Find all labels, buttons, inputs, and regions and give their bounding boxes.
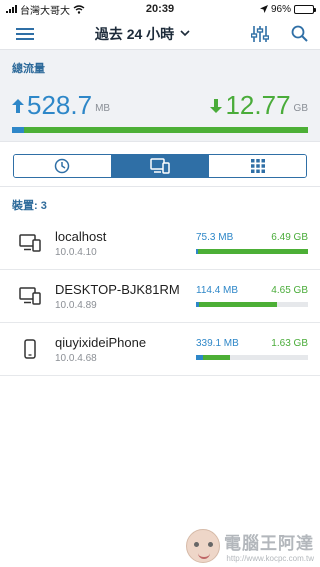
tab-apps[interactable] [209, 155, 306, 177]
device-download: 339.1 MB [196, 338, 239, 349]
totals-row: 528.7 MB 12.77 GB [12, 84, 308, 118]
device-stats: 339.1 MB 1.63 GB [196, 338, 308, 360]
desktop-mobile-icon [17, 230, 43, 256]
device-info: DESKTOP-BJK81RM 10.0.4.89 [55, 282, 196, 311]
device-traffic-bar [196, 249, 308, 254]
tab-timeline[interactable] [14, 155, 112, 177]
clock-icon [55, 158, 70, 174]
time-range-label: 過去 24 小時 [94, 25, 175, 42]
device-ip: 10.0.4.68 [55, 352, 97, 364]
device-download-fill [196, 355, 203, 360]
download-arrow-icon [12, 99, 24, 113]
device-traffic-bar [196, 302, 308, 307]
wifi-icon [73, 4, 85, 14]
download-total-unit: MB [95, 103, 111, 114]
watermark-title: 電腦王阿達 [224, 534, 314, 553]
phone-icon [17, 336, 43, 362]
signal-icon [6, 5, 17, 13]
device-download: 75.3 MB [196, 232, 234, 243]
watermark: 電腦王阿達 http://www.kocpc.com.tw [186, 529, 314, 563]
device-stats: 75.3 MB 6.49 GB [196, 232, 308, 254]
hamburger-menu-icon[interactable] [16, 27, 34, 41]
device-row[interactable]: localhost 10.0.4.10 75.3 MB 6.49 GB [0, 217, 320, 270]
device-stats: 114.4 MB 4.65 GB [196, 285, 308, 307]
device-upload: 4.65 GB [271, 285, 308, 296]
mascot-face-icon [186, 529, 220, 563]
device-upload-fill [202, 355, 230, 360]
total-traffic-bar [12, 127, 308, 133]
device-info: qiuyixideiPhone 10.0.4.68 [55, 335, 196, 364]
status-left: 台灣大哥大 [6, 2, 85, 17]
battery-percent: 96% [270, 3, 291, 15]
device-name: DESKTOP-BJK81RM [55, 281, 180, 297]
devices-icon [150, 158, 170, 174]
device-upload-fill [198, 249, 308, 254]
devices-count-label: 裝置: 3 [12, 200, 47, 212]
device-upload-fill [199, 302, 277, 307]
grid-icon [250, 159, 265, 173]
search-icon[interactable] [291, 25, 308, 42]
status-right: 96% [259, 3, 316, 15]
chevron-down-icon [180, 30, 190, 37]
device-row[interactable]: qiuyixideiPhone 10.0.4.68 339.1 MB 1.63 … [0, 323, 320, 376]
traffic-summary: 總流量 528.7 MB 12.77 GB [0, 50, 320, 142]
status-bar: 台灣大哥大 96% [0, 0, 320, 18]
device-download: 114.4 MB [196, 285, 239, 296]
nav-bar: 過去 24 小時 [0, 18, 320, 50]
device-name: localhost [55, 228, 107, 244]
device-row[interactable]: DESKTOP-BJK81RM 10.0.4.89 114.4 MB 4.65 … [0, 270, 320, 323]
watermark-url: http://www.kocpc.com.tw [226, 554, 314, 563]
tab-devices[interactable] [111, 155, 210, 177]
device-list: localhost 10.0.4.10 75.3 MB 6.49 GB DESK… [0, 217, 320, 376]
sliders-icon[interactable] [250, 25, 269, 43]
device-ip: 10.0.4.89 [55, 299, 97, 311]
device-ip: 10.0.4.10 [55, 246, 97, 258]
upload-total-value: 12.77 [225, 90, 291, 120]
upload-arrow-icon [210, 99, 223, 113]
device-values: 339.1 MB 1.63 GB [196, 338, 308, 349]
time-range-selector[interactable]: 過去 24 小時 [95, 24, 190, 44]
view-tabs [13, 154, 307, 178]
location-arrow-icon [259, 5, 268, 13]
upload-total: 12.77 GB [210, 92, 308, 118]
battery-icon [294, 4, 316, 14]
desktop-mobile-icon [17, 283, 43, 309]
watermark-text: 電腦王阿達 http://www.kocpc.com.tw [224, 529, 314, 563]
download-total-value: 528.7 [27, 90, 93, 120]
device-name: qiuyixideiPhone [55, 334, 147, 350]
device-info: localhost 10.0.4.10 [55, 229, 196, 258]
device-traffic-bar [196, 355, 308, 360]
device-values: 114.4 MB 4.65 GB [196, 285, 308, 296]
carrier-label: 台灣大哥大 [20, 5, 70, 17]
total-download-fill [12, 127, 24, 133]
download-total: 528.7 MB [12, 92, 110, 118]
device-values: 75.3 MB 6.49 GB [196, 232, 308, 243]
device-upload: 1.63 GB [271, 338, 308, 349]
upload-total-unit: GB [293, 103, 308, 114]
device-upload: 6.49 GB [271, 232, 308, 243]
summary-label: 總流量 [12, 63, 45, 75]
nav-actions [250, 25, 308, 43]
